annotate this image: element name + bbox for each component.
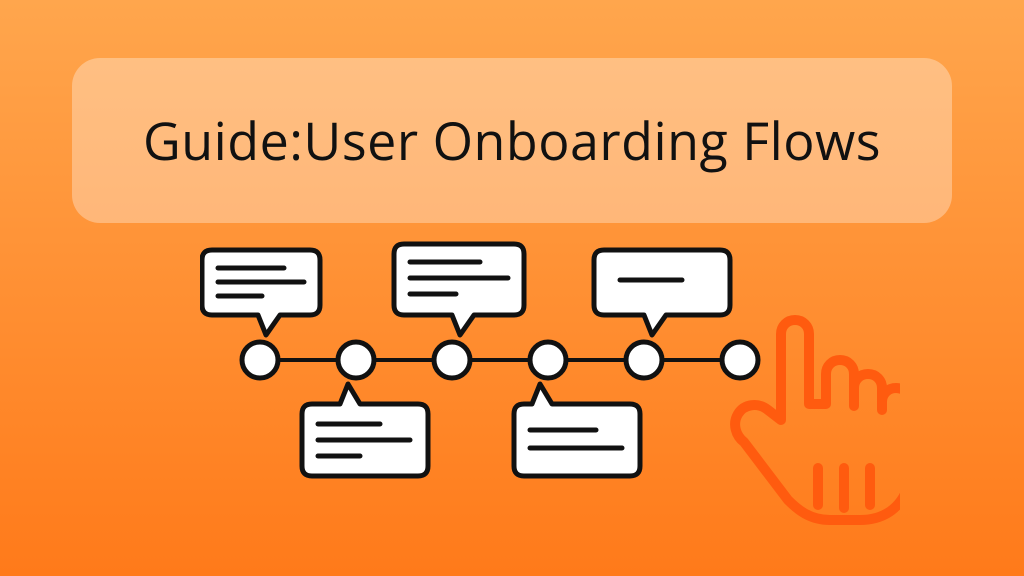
flow-step-node <box>722 342 758 378</box>
page-title: Guide:User Onboarding Flows <box>143 105 881 176</box>
flow-step-node <box>242 342 278 378</box>
onboarding-flow-diagram <box>200 240 900 570</box>
flow-step-node <box>626 342 662 378</box>
tooltip-bubble-icon <box>514 384 640 476</box>
pointing-hand-icon <box>735 320 900 520</box>
tooltip-bubble-icon <box>302 384 428 476</box>
tooltip-bubble-icon <box>594 250 730 335</box>
flow-step-node <box>434 342 470 378</box>
tooltip-bubble-icon <box>202 250 320 335</box>
tooltip-bubble-icon <box>394 244 524 335</box>
flow-step-node <box>338 342 374 378</box>
flow-step-node <box>530 342 566 378</box>
title-card: Guide:User Onboarding Flows <box>72 58 952 223</box>
